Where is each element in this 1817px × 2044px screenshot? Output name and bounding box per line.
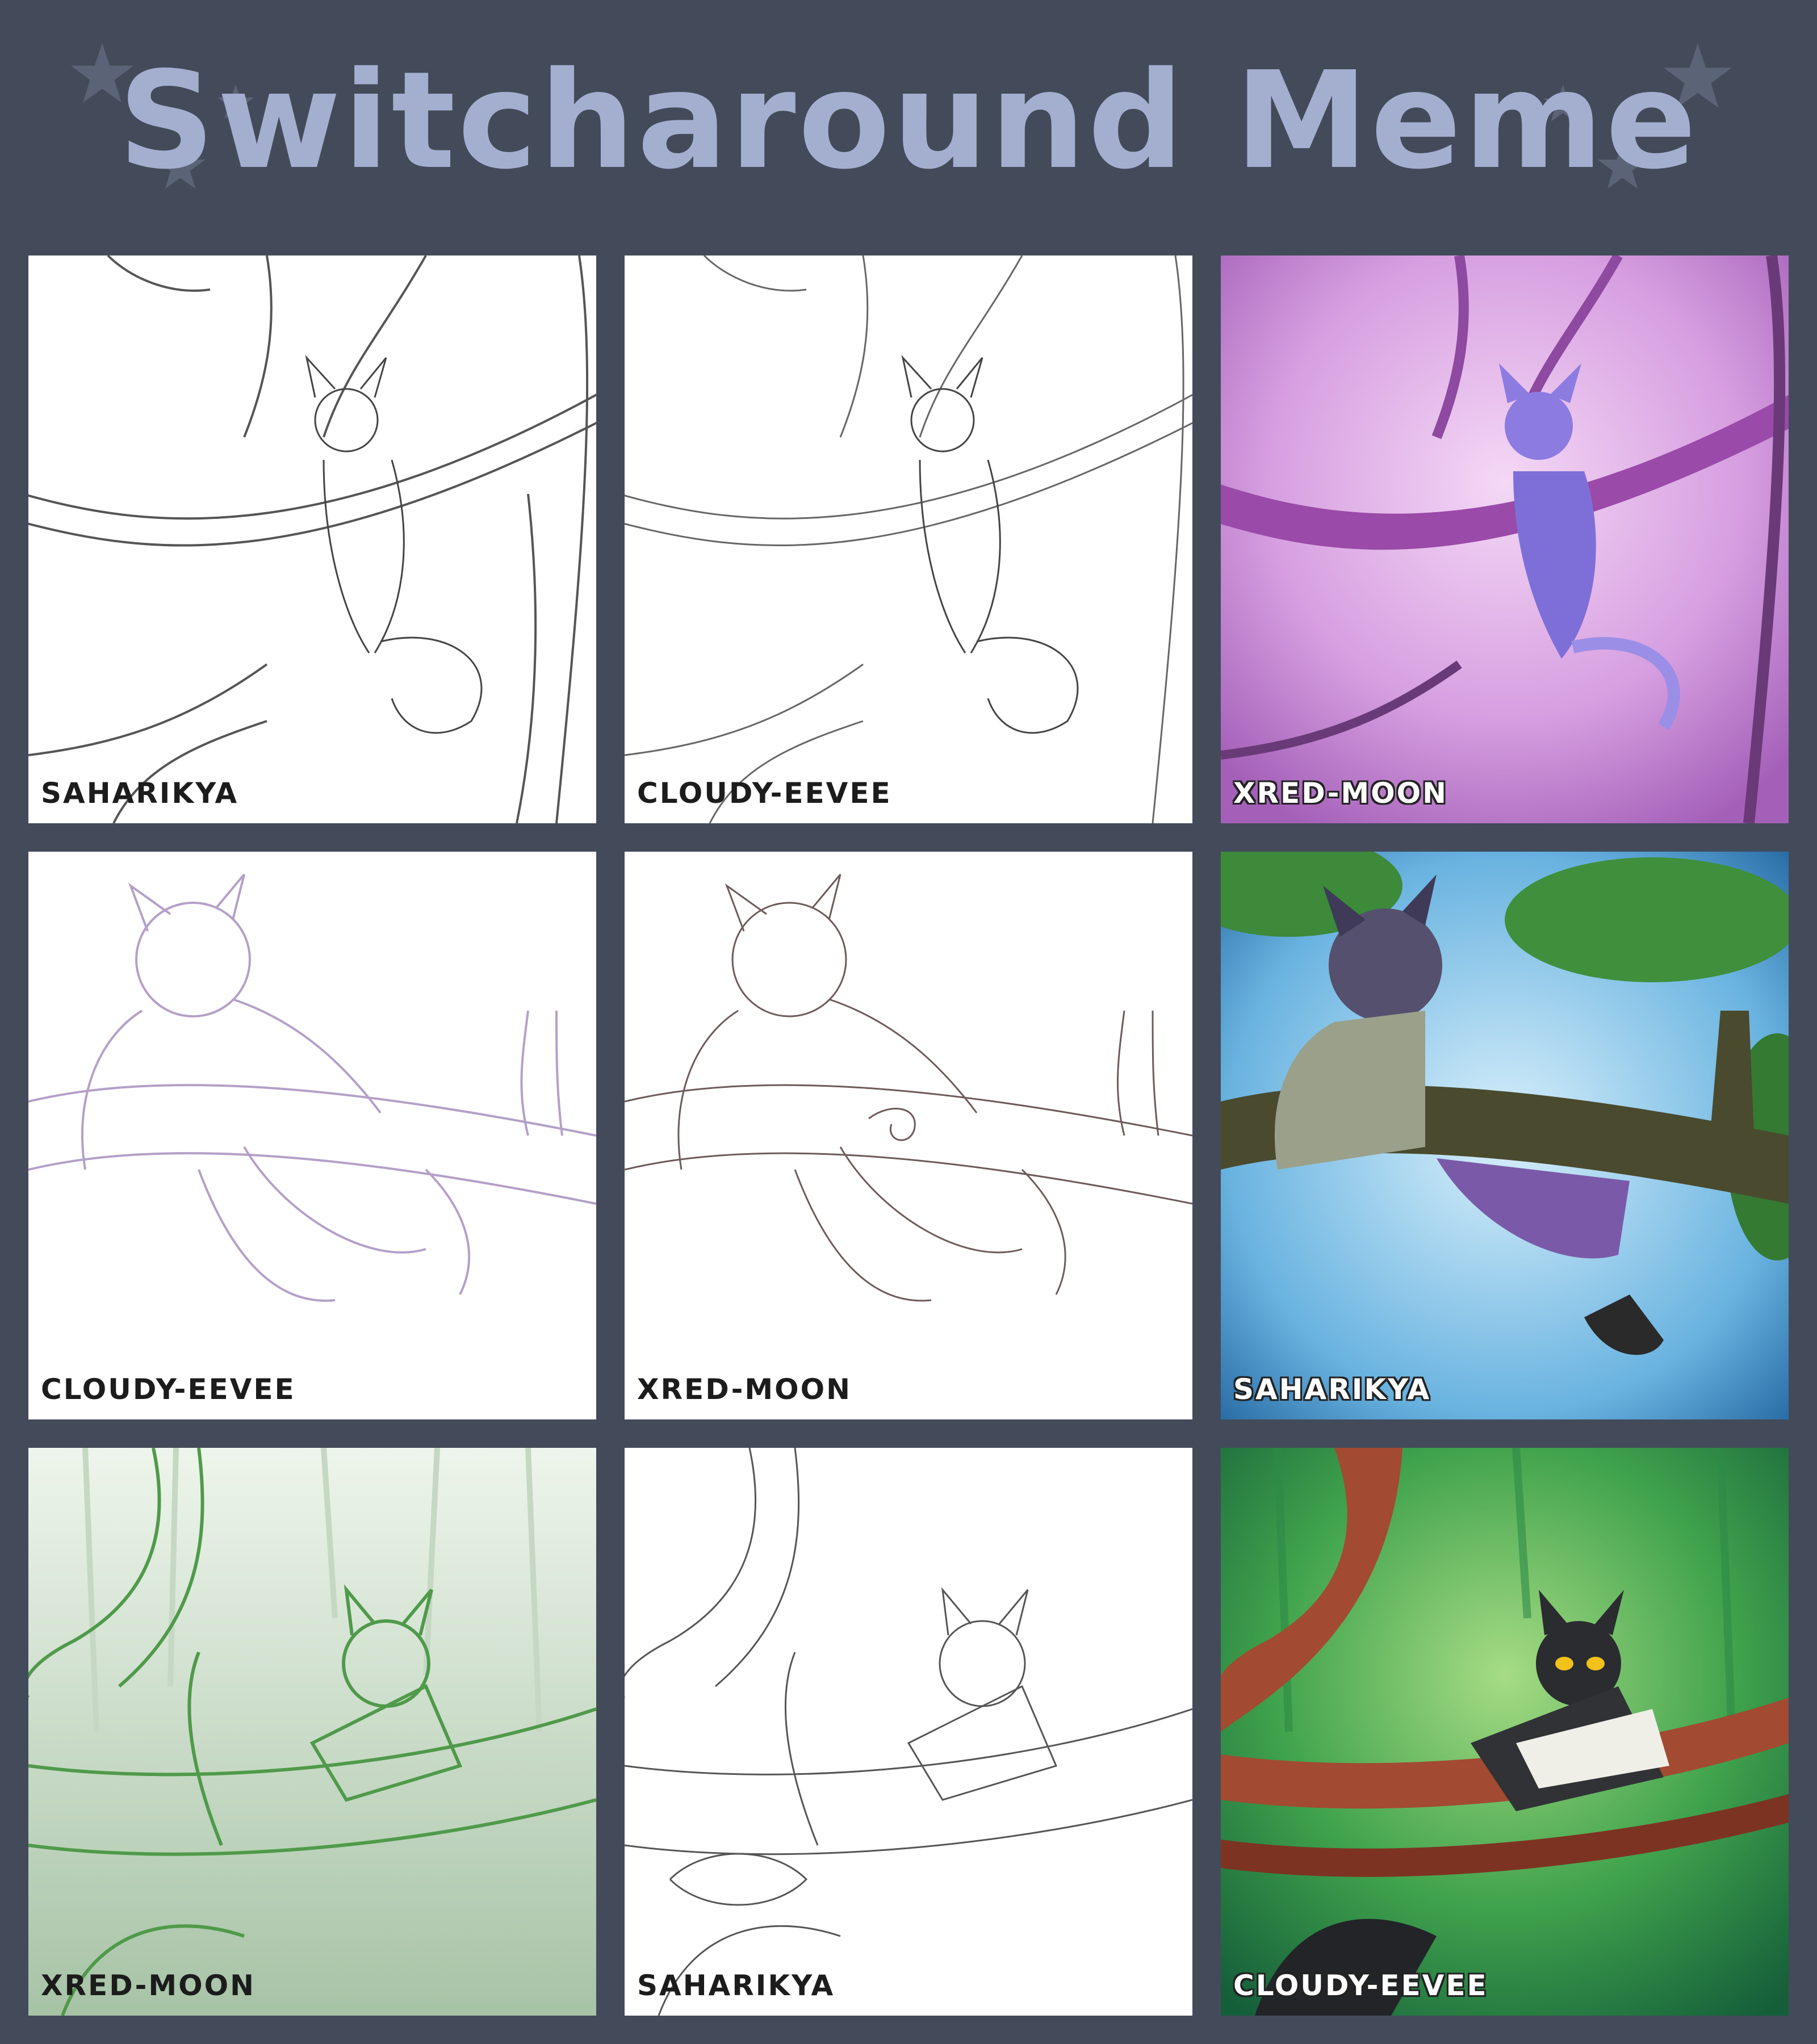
sketch-illustration [28,873,596,1302]
panel-4: CLOUDY-EEVEE [28,852,596,1419]
sketch-illustration [28,256,596,823]
artist-label: SAHARIKYA [637,1969,835,2002]
artist-label: CLOUDY-EEVEE [1233,1969,1488,2002]
colored-illustration [1221,1448,1789,2016]
panel-9: CLOUDY-EEVEE [1221,1448,1789,2016]
panel-1: SAHARIKYA [28,256,596,823]
artist-label: CLOUDY-EEVEE [637,777,892,810]
header: Switcharound Meme [0,0,1817,244]
lineart-illustration [625,256,1192,823]
artist-label: XRED-MOON [1233,777,1448,810]
panel-3: XRED-MOON [1221,256,1789,823]
panel-2: CLOUDY-EEVEE [625,256,1192,823]
panel-5: XRED-MOON [625,852,1192,1419]
sketch-illustration [28,1448,596,2016]
artist-label: XRED-MOON [637,1373,852,1406]
colored-illustration [1221,852,1789,1419]
panel-7: XRED-MOON [28,1448,596,2016]
artist-label: SAHARIKYA [41,777,239,810]
page-title: Switcharound Meme [118,43,1699,199]
artist-label: CLOUDY-EEVEE [41,1373,296,1406]
artist-label: SAHARIKYA [1233,1373,1431,1406]
colored-illustration [1221,256,1789,823]
artist-label: XRED-MOON [41,1969,256,2002]
lineart-illustration [625,1448,1192,2016]
panel-grid: SAHARIKYA CLOUDY-EEVEE XRED-MOON CLOUDY-… [28,256,1789,2016]
lineart-illustration [625,874,1192,1302]
panel-8: SAHARIKYA [625,1448,1192,2016]
panel-6: SAHARIKYA [1221,852,1789,1419]
